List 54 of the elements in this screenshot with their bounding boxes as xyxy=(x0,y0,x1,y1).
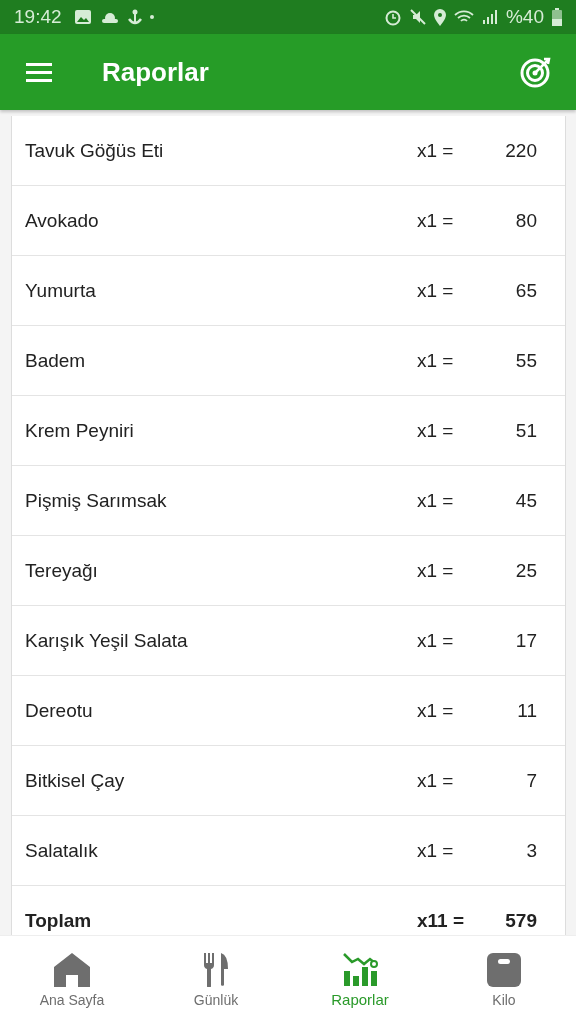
menu-icon[interactable] xyxy=(26,62,52,82)
location-icon xyxy=(433,8,446,26)
weather-icon xyxy=(99,10,120,24)
scale-icon xyxy=(487,952,521,987)
total-value: 579 xyxy=(504,909,537,932)
chart-icon xyxy=(342,952,378,986)
food-name: Yumurta xyxy=(25,279,97,302)
image-icon xyxy=(73,9,92,25)
alarm-icon xyxy=(383,8,402,26)
home-icon xyxy=(54,952,90,987)
food-name: Pişmiş Sarımsak xyxy=(25,489,168,512)
mute-icon xyxy=(409,9,426,25)
quantity: x1 = xyxy=(417,489,455,512)
food-name: Tavuk Göğüs Eti xyxy=(25,139,165,162)
total-label: Toplam xyxy=(25,909,93,932)
food-name: Bitkisel Çay xyxy=(25,769,126,792)
food-name: Karışık Yeşil Salata xyxy=(25,629,189,652)
quantity: x1 = xyxy=(417,209,455,232)
screen-title: Raporlar xyxy=(102,56,209,88)
battery-percent: %40 xyxy=(505,6,544,28)
calorie-value: 25 xyxy=(514,559,537,582)
calorie-value: 80 xyxy=(514,209,537,232)
calorie-value: 220 xyxy=(504,139,537,162)
quantity: x1 = xyxy=(417,349,455,372)
calorie-value: 7 xyxy=(525,769,537,792)
anchor-icon xyxy=(127,9,142,25)
quantity: x1 = xyxy=(417,279,455,302)
quantity: x1 = xyxy=(417,629,455,652)
calorie-value: 65 xyxy=(514,279,537,302)
quantity: x1 = xyxy=(417,139,455,162)
quantity: x1 = xyxy=(417,839,455,862)
fork-knife-icon xyxy=(204,952,228,987)
food-name: Badem xyxy=(25,349,87,372)
calorie-value: 3 xyxy=(525,839,537,862)
quantity: x1 = xyxy=(417,769,455,792)
quantity: x1 = xyxy=(417,699,455,722)
quantity: x1 = xyxy=(417,559,455,582)
calorie-value: 11 xyxy=(516,699,537,722)
signal-icon xyxy=(481,9,498,25)
food-name: Dereotu xyxy=(25,699,94,722)
calorie-value: 51 xyxy=(514,419,537,442)
food-name: Tereyağı xyxy=(25,559,99,582)
calorie-value: 55 xyxy=(514,349,537,372)
total-quantity: x11 = xyxy=(417,909,466,932)
target-icon[interactable] xyxy=(520,56,552,88)
food-name: Avokado xyxy=(25,209,100,232)
dot-icon xyxy=(149,15,154,19)
quantity: x1 = xyxy=(417,419,455,442)
food-name: Krem Peyniri xyxy=(25,419,135,442)
food-name: Salatalık xyxy=(25,839,99,862)
battery-icon xyxy=(552,8,562,26)
calorie-value: 45 xyxy=(514,489,537,512)
calorie-value: 17 xyxy=(514,629,537,652)
status-time: 19:42 xyxy=(14,6,62,28)
